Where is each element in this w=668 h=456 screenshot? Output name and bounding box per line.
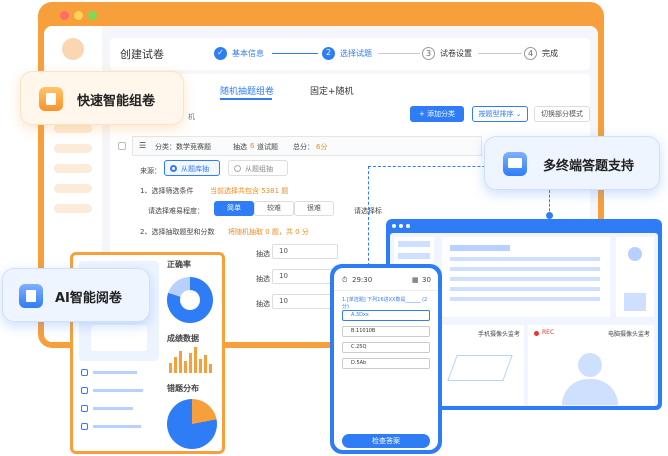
step-done-icon: ✓ — [214, 47, 227, 60]
switch-mode-button[interactable]: 切换部分模式 — [534, 106, 590, 122]
error-pie — [167, 399, 217, 449]
option-a[interactable]: A.3Dxx — [342, 310, 430, 321]
step-4-circle: 4 — [524, 47, 537, 60]
exam-webcam — [616, 237, 654, 317]
connector-line — [368, 166, 369, 266]
partial-label: 机 — [188, 113, 195, 121]
step-3-label[interactable]: 试卷设置 — [440, 48, 472, 59]
pc-camera-label: 电脑摄像头监考 — [607, 331, 650, 338]
category-checkbox[interactable] — [118, 142, 126, 150]
pick-row-label: 抽选 — [256, 300, 270, 308]
step-2-label[interactable]: 选择试题 — [340, 48, 372, 59]
sidebar-item[interactable] — [54, 124, 92, 133]
pc-camera-feed: REC 电脑摄像头监考 — [528, 325, 654, 405]
badge-multi-text: 多终端答题支持 — [543, 159, 635, 174]
radio-icon — [234, 165, 241, 172]
badge-smart-text: 快速智能组卷 — [77, 94, 156, 109]
check-answer-button[interactable]: 检查答案 — [342, 434, 430, 448]
pick-label: 抽选 — [233, 143, 247, 151]
document-icon — [39, 87, 63, 111]
pick-count-input[interactable]: 10 — [272, 294, 338, 309]
step-4-label[interactable]: 完成 — [542, 48, 558, 59]
question-count: 30 — [422, 276, 431, 284]
pick-count-input[interactable]: 10 — [272, 269, 338, 284]
step-1-label[interactable]: 基本信息 — [232, 48, 264, 59]
timer: 29:30 — [352, 276, 373, 284]
tab-underline — [220, 98, 272, 100]
category-row: ☰ 分类：数学竞赛题 抽选 6 道试题 总分： 6分 — [132, 136, 482, 156]
source-option-label: 从题库抽 — [181, 165, 209, 173]
avatar[interactable] — [62, 38, 84, 60]
step-connector — [272, 53, 318, 54]
clock-icon: ⏱ — [342, 276, 348, 284]
difficulty-medium[interactable]: 较难 — [254, 201, 294, 216]
radio-checked-icon — [170, 165, 177, 172]
phone-camera-label: 手机摄像头监考 — [477, 331, 520, 338]
pick-row-label: 抽选 — [256, 250, 270, 258]
tab-random[interactable]: 随机抽题组卷 — [220, 84, 274, 97]
sidebar-item[interactable] — [54, 164, 92, 173]
maximize-dot[interactable] — [88, 11, 97, 20]
source-option-bank[interactable]: 从题库抽 — [164, 160, 220, 176]
step-2-circle: 2 — [322, 47, 335, 60]
difficulty-label: 请选择难易程度： — [148, 207, 204, 215]
accuracy-title: 正确率 — [167, 260, 191, 269]
filter-note: 当前选择共包含 5381 题 — [210, 187, 289, 195]
connector-dot — [546, 212, 553, 219]
badge-ai-grading: AI智能阅卷 — [2, 268, 150, 322]
filter-label: 1、选择筛选条件 — [140, 187, 194, 195]
pick-count: 6 — [250, 142, 255, 150]
total-label: 总分： — [293, 143, 314, 151]
score-data-title: 成绩数据 — [167, 334, 199, 343]
pick-rule-label: 2、选择抽取题型和分数 — [140, 228, 215, 236]
phone-camera-feed: 手机摄像头监考 — [442, 325, 524, 405]
step-connector — [378, 53, 420, 54]
terminal-icon — [503, 152, 527, 176]
option-d[interactable]: D.5Ab — [342, 358, 430, 369]
phone-device: ⏱ 29:30 ▦ 30 1.[单选题] 下列16进XX数是______ (2分… — [330, 264, 442, 454]
close-dot[interactable] — [60, 11, 69, 20]
sidebar-item[interactable] — [54, 184, 92, 193]
rec-label: REC — [542, 329, 555, 336]
accuracy-donut — [167, 277, 213, 323]
source-option-label: 从题组抽 — [245, 165, 273, 173]
score-bar-chart — [169, 347, 217, 373]
badge-ai-text: AI智能阅卷 — [55, 291, 122, 306]
minimize-dot[interactable] — [74, 11, 83, 20]
error-dist-title: 错题分布 — [167, 384, 199, 393]
tab-fixed-random[interactable]: 固定+随机 — [310, 84, 354, 97]
badge-multi-terminal: 多终端答题支持 — [484, 136, 660, 190]
list-icon[interactable]: ▦ — [412, 276, 419, 284]
badge-smart-paper: 快速智能组卷 — [20, 71, 184, 125]
steps-header: 创建试卷 ✓ 基本信息 2 选择试题 3 试卷设置 4 完成 — [110, 38, 590, 70]
difficulty-easy[interactable]: 简单 — [214, 201, 254, 216]
pick-unit: 道试题 — [257, 143, 278, 151]
ai-doc-icon — [19, 284, 43, 308]
exam-question-area — [442, 237, 610, 317]
pick-row-label: 抽选 — [256, 275, 270, 283]
total-value: 6分 — [316, 143, 328, 151]
category-label: 分类：数学竞赛题 — [155, 143, 211, 151]
pick-rule-note: 将随机抽取 0 题，共 0 分 — [228, 228, 309, 236]
option-c[interactable]: C.25Q — [342, 342, 430, 353]
menu-icon[interactable]: ☰ — [139, 141, 146, 150]
add-category-button[interactable]: + 添加分类 — [410, 106, 464, 122]
step-connector — [478, 53, 522, 54]
sidebar-item[interactable] — [54, 144, 92, 153]
step-3-circle: 3 — [422, 47, 435, 60]
source-label: 来源： — [140, 167, 161, 175]
question-text: 1.[单选题] 下列16进XX数是______ (2分) — [342, 297, 428, 310]
sidebar-item[interactable] — [54, 204, 92, 213]
sort-button[interactable]: 按题型排序 ⌄ — [472, 106, 528, 122]
difficulty-hard[interactable]: 很难 — [294, 201, 334, 216]
checklist — [79, 367, 159, 447]
source-option-group[interactable]: 从题组抽 — [228, 160, 288, 176]
pick-count-input[interactable]: 10 — [272, 244, 338, 259]
option-b[interactable]: B.11010B — [342, 326, 430, 337]
page-title: 创建试卷 — [120, 48, 164, 61]
